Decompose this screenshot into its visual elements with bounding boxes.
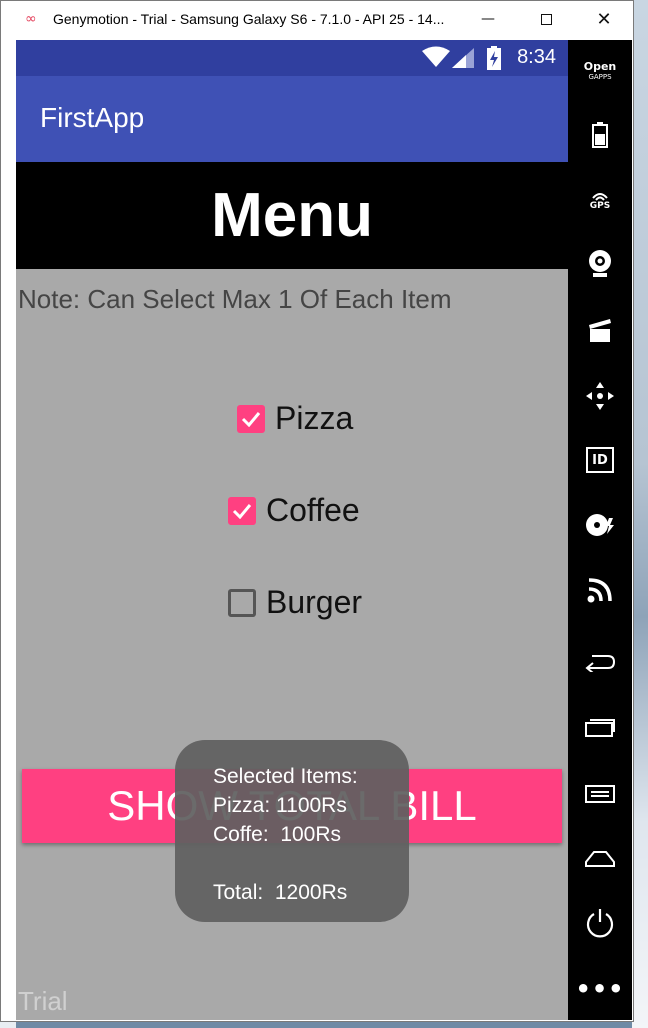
toast-line-heading: Selected Items: (213, 765, 358, 788)
menu-heading: Menu (16, 162, 568, 269)
home-button[interactable] (568, 848, 632, 870)
emulator-toolbar: Open GAPPS GPS ID ••• (568, 40, 632, 1020)
desktop-right-edge (632, 0, 648, 1028)
back-arrow-icon (585, 655, 616, 672)
open-gapps-button[interactable]: Open GAPPS (568, 58, 632, 86)
clapperboard-icon (589, 319, 611, 342)
bill-toast: Selected Items: Pizza: 1100Rs Coffe: 100… (175, 740, 409, 922)
close-button[interactable]: ✕ (575, 1, 633, 37)
minimize-icon: — (481, 11, 495, 27)
checkbox-pizza[interactable]: Pizza (237, 400, 353, 437)
window-titlebar[interactable]: ∞ Genymotion - Trial - Samsung Galaxy S6… (1, 1, 633, 37)
maximize-button[interactable] (517, 1, 575, 37)
app-title: FirstApp (40, 102, 145, 133)
checkbox-coffee[interactable]: Coffee (228, 492, 360, 529)
gps-label: GPS (589, 201, 611, 211)
gps-button[interactable]: GPS (568, 186, 632, 216)
device-id-button[interactable]: ID (568, 444, 632, 476)
power-icon (586, 909, 614, 938)
trial-watermark: Trial (18, 986, 68, 1016)
wifi-icon (422, 46, 450, 67)
checkbox-label-coffee: Coffee (266, 492, 360, 528)
checkbox-burger[interactable]: Burger (228, 584, 362, 621)
signal-icon (452, 48, 474, 68)
note-text: Note: Can Select Max 1 Of Each Item (18, 284, 452, 314)
maximize-icon (540, 13, 552, 25)
menu-button[interactable] (568, 782, 632, 806)
media-button[interactable] (568, 510, 632, 540)
status-bar: 8:34 (16, 40, 568, 76)
genymotion-logo-icon: ∞ (25, 11, 37, 27)
gps-signal-icon (592, 193, 608, 201)
webcam-button[interactable] (568, 248, 632, 280)
close-icon: ✕ (596, 8, 612, 30)
minimize-button[interactable]: — (459, 1, 517, 37)
toast-line-coffee: Coffe: 100Rs (213, 823, 342, 846)
home-icon (585, 851, 615, 867)
toast-line-pizza: Pizza: 1100Rs (213, 794, 347, 817)
menu-lines-icon (585, 785, 615, 803)
window-title: Genymotion - Trial - Samsung Galaxy S6 -… (53, 11, 445, 27)
id-label: ID (592, 452, 608, 468)
battery-charging-icon (487, 46, 501, 70)
recent-apps-button[interactable] (568, 714, 632, 740)
id-icon: ID (586, 447, 614, 473)
checkbox-unchecked-icon[interactable] (228, 588, 256, 617)
checkbox-label-burger: Burger (266, 584, 363, 620)
gapps-label: GAPPS (588, 73, 612, 81)
screencast-button[interactable] (568, 314, 632, 346)
cast-signal-icon (587, 578, 612, 603)
phone-screen: 8:34 FirstApp Menu Note: Can Select Max … (16, 40, 568, 1020)
more-dots-icon: ••• (575, 975, 625, 1003)
more-options-button[interactable]: ••• (568, 974, 632, 1004)
app-bar: FirstApp (16, 76, 568, 162)
open-gapps-label: Open (583, 60, 617, 73)
rotate-button[interactable] (568, 380, 632, 412)
cast-button[interactable] (568, 574, 632, 606)
toast-line-total: Total: 1200Rs (213, 881, 348, 904)
battery-icon (592, 122, 608, 148)
move-arrows-icon (586, 382, 614, 410)
webcam-icon (589, 250, 611, 277)
disc-icon (586, 514, 614, 536)
battery-button[interactable] (568, 120, 632, 150)
power-button[interactable] (568, 906, 632, 940)
checkbox-checked-icon[interactable] (237, 404, 265, 433)
back-button[interactable] (568, 650, 632, 674)
recent-apps-icon (585, 719, 615, 737)
status-time: 8:34 (517, 46, 556, 68)
checkbox-checked-icon[interactable] (228, 496, 256, 525)
checkbox-label-pizza: Pizza (275, 400, 354, 436)
